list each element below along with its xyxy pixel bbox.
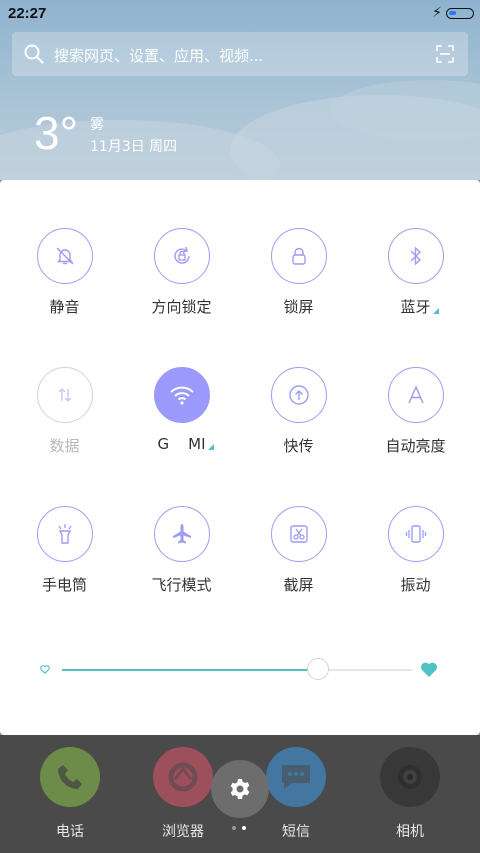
toggle-label: 方向锁定 <box>151 298 212 316</box>
status-bar: 22:27 ⚡ <box>0 0 480 28</box>
toggle-quick-transfer[interactable]: 快传 <box>240 367 357 456</box>
app-label: 相机 <box>396 824 424 840</box>
toggle-label: 手电筒 <box>41 576 87 594</box>
toggle-flashlight[interactable]: 手电筒 <box>6 506 123 595</box>
weather-temperature: 3° <box>34 107 78 159</box>
toggle-label: 蓝牙 <box>400 296 439 317</box>
toggle-airplane-mode[interactable]: 飞行模式 <box>123 506 240 595</box>
toggle-rotation-lock[interactable]: 方向锁定 <box>123 228 240 317</box>
toggle-mobile-data[interactable]: 数据 <box>6 367 123 456</box>
search-icon <box>24 44 44 64</box>
app-camera[interactable]: 相机 <box>350 735 470 841</box>
heart-outline-icon <box>40 665 50 674</box>
toggle-screenshot[interactable]: 截屏 <box>240 506 357 595</box>
brightness-knob[interactable] <box>307 658 329 680</box>
app-phone[interactable]: 电话 <box>10 735 130 841</box>
toggle-label: 自动亮度 <box>385 437 446 455</box>
auto-brightness-icon <box>387 367 444 423</box>
battery-icon <box>446 8 474 19</box>
app-label: 短信 <box>282 824 310 840</box>
page-dot <box>232 826 236 830</box>
rotation-lock-icon <box>153 228 210 284</box>
flashlight-icon <box>36 506 93 562</box>
camera-icon <box>380 747 440 807</box>
search-bar[interactable]: 搜索网页、设置、应用、视频... <box>12 32 468 76</box>
quick-transfer-icon <box>270 367 327 423</box>
airplane-icon <box>153 506 210 562</box>
toggle-label: 快传 <box>283 437 314 455</box>
screenshot-icon <box>270 506 327 562</box>
charging-bolt-icon: ⚡ <box>432 5 442 21</box>
weather-condition: 雾 <box>90 117 104 133</box>
quick-settings-panel: 静音 方向锁定 锁屏 蓝牙 数据 G MI 快传 自动亮度 手电筒 飞行模式 截… <box>0 180 480 735</box>
toggle-wifi[interactable]: G MI <box>123 367 240 453</box>
mute-bell-icon <box>36 228 93 284</box>
toggle-vibrate[interactable]: 振动 <box>357 506 474 595</box>
page-indicator <box>232 826 252 832</box>
phone-icon <box>40 747 100 807</box>
message-icon <box>266 747 326 807</box>
lock-icon <box>270 228 327 284</box>
browser-icon <box>153 747 213 807</box>
toggle-bluetooth[interactable]: 蓝牙 <box>357 228 474 317</box>
bluetooth-icon <box>387 228 444 284</box>
heart-filled-icon <box>420 662 438 677</box>
more-options-corner[interactable] <box>207 444 214 450</box>
app-label: 浏览器 <box>162 824 204 840</box>
gear-icon <box>230 779 250 799</box>
toggle-label: 静音 <box>49 298 80 316</box>
toggle-auto-brightness[interactable]: 自动亮度 <box>357 367 474 456</box>
toggle-label: 振动 <box>400 576 431 594</box>
clock: 22:27 <box>8 5 47 22</box>
mobile-data-icon <box>36 367 93 423</box>
toggle-label: 锁屏 <box>283 298 314 316</box>
toggle-mute[interactable]: 静音 <box>6 228 123 317</box>
brightness-track[interactable] <box>62 669 412 671</box>
toggle-label: G MI <box>157 435 214 453</box>
settings-button[interactable] <box>211 760 269 818</box>
brightness-slider[interactable] <box>40 658 440 682</box>
search-placeholder: 搜索网页、设置、应用、视频... <box>54 47 264 65</box>
page-dot <box>242 826 246 830</box>
toggle-label: 飞行模式 <box>151 576 212 594</box>
app-label: 电话 <box>56 824 84 840</box>
more-options-corner[interactable] <box>432 308 439 314</box>
toggle-label: 数据 <box>49 437 80 455</box>
toggle-lock-screen[interactable]: 锁屏 <box>240 228 357 317</box>
wifi-icon <box>153 367 210 423</box>
toggle-label: 截屏 <box>283 576 314 594</box>
weather-date: 11月3日 周四 <box>90 139 178 155</box>
vibrate-icon <box>387 506 444 562</box>
scan-icon[interactable] <box>436 45 454 63</box>
